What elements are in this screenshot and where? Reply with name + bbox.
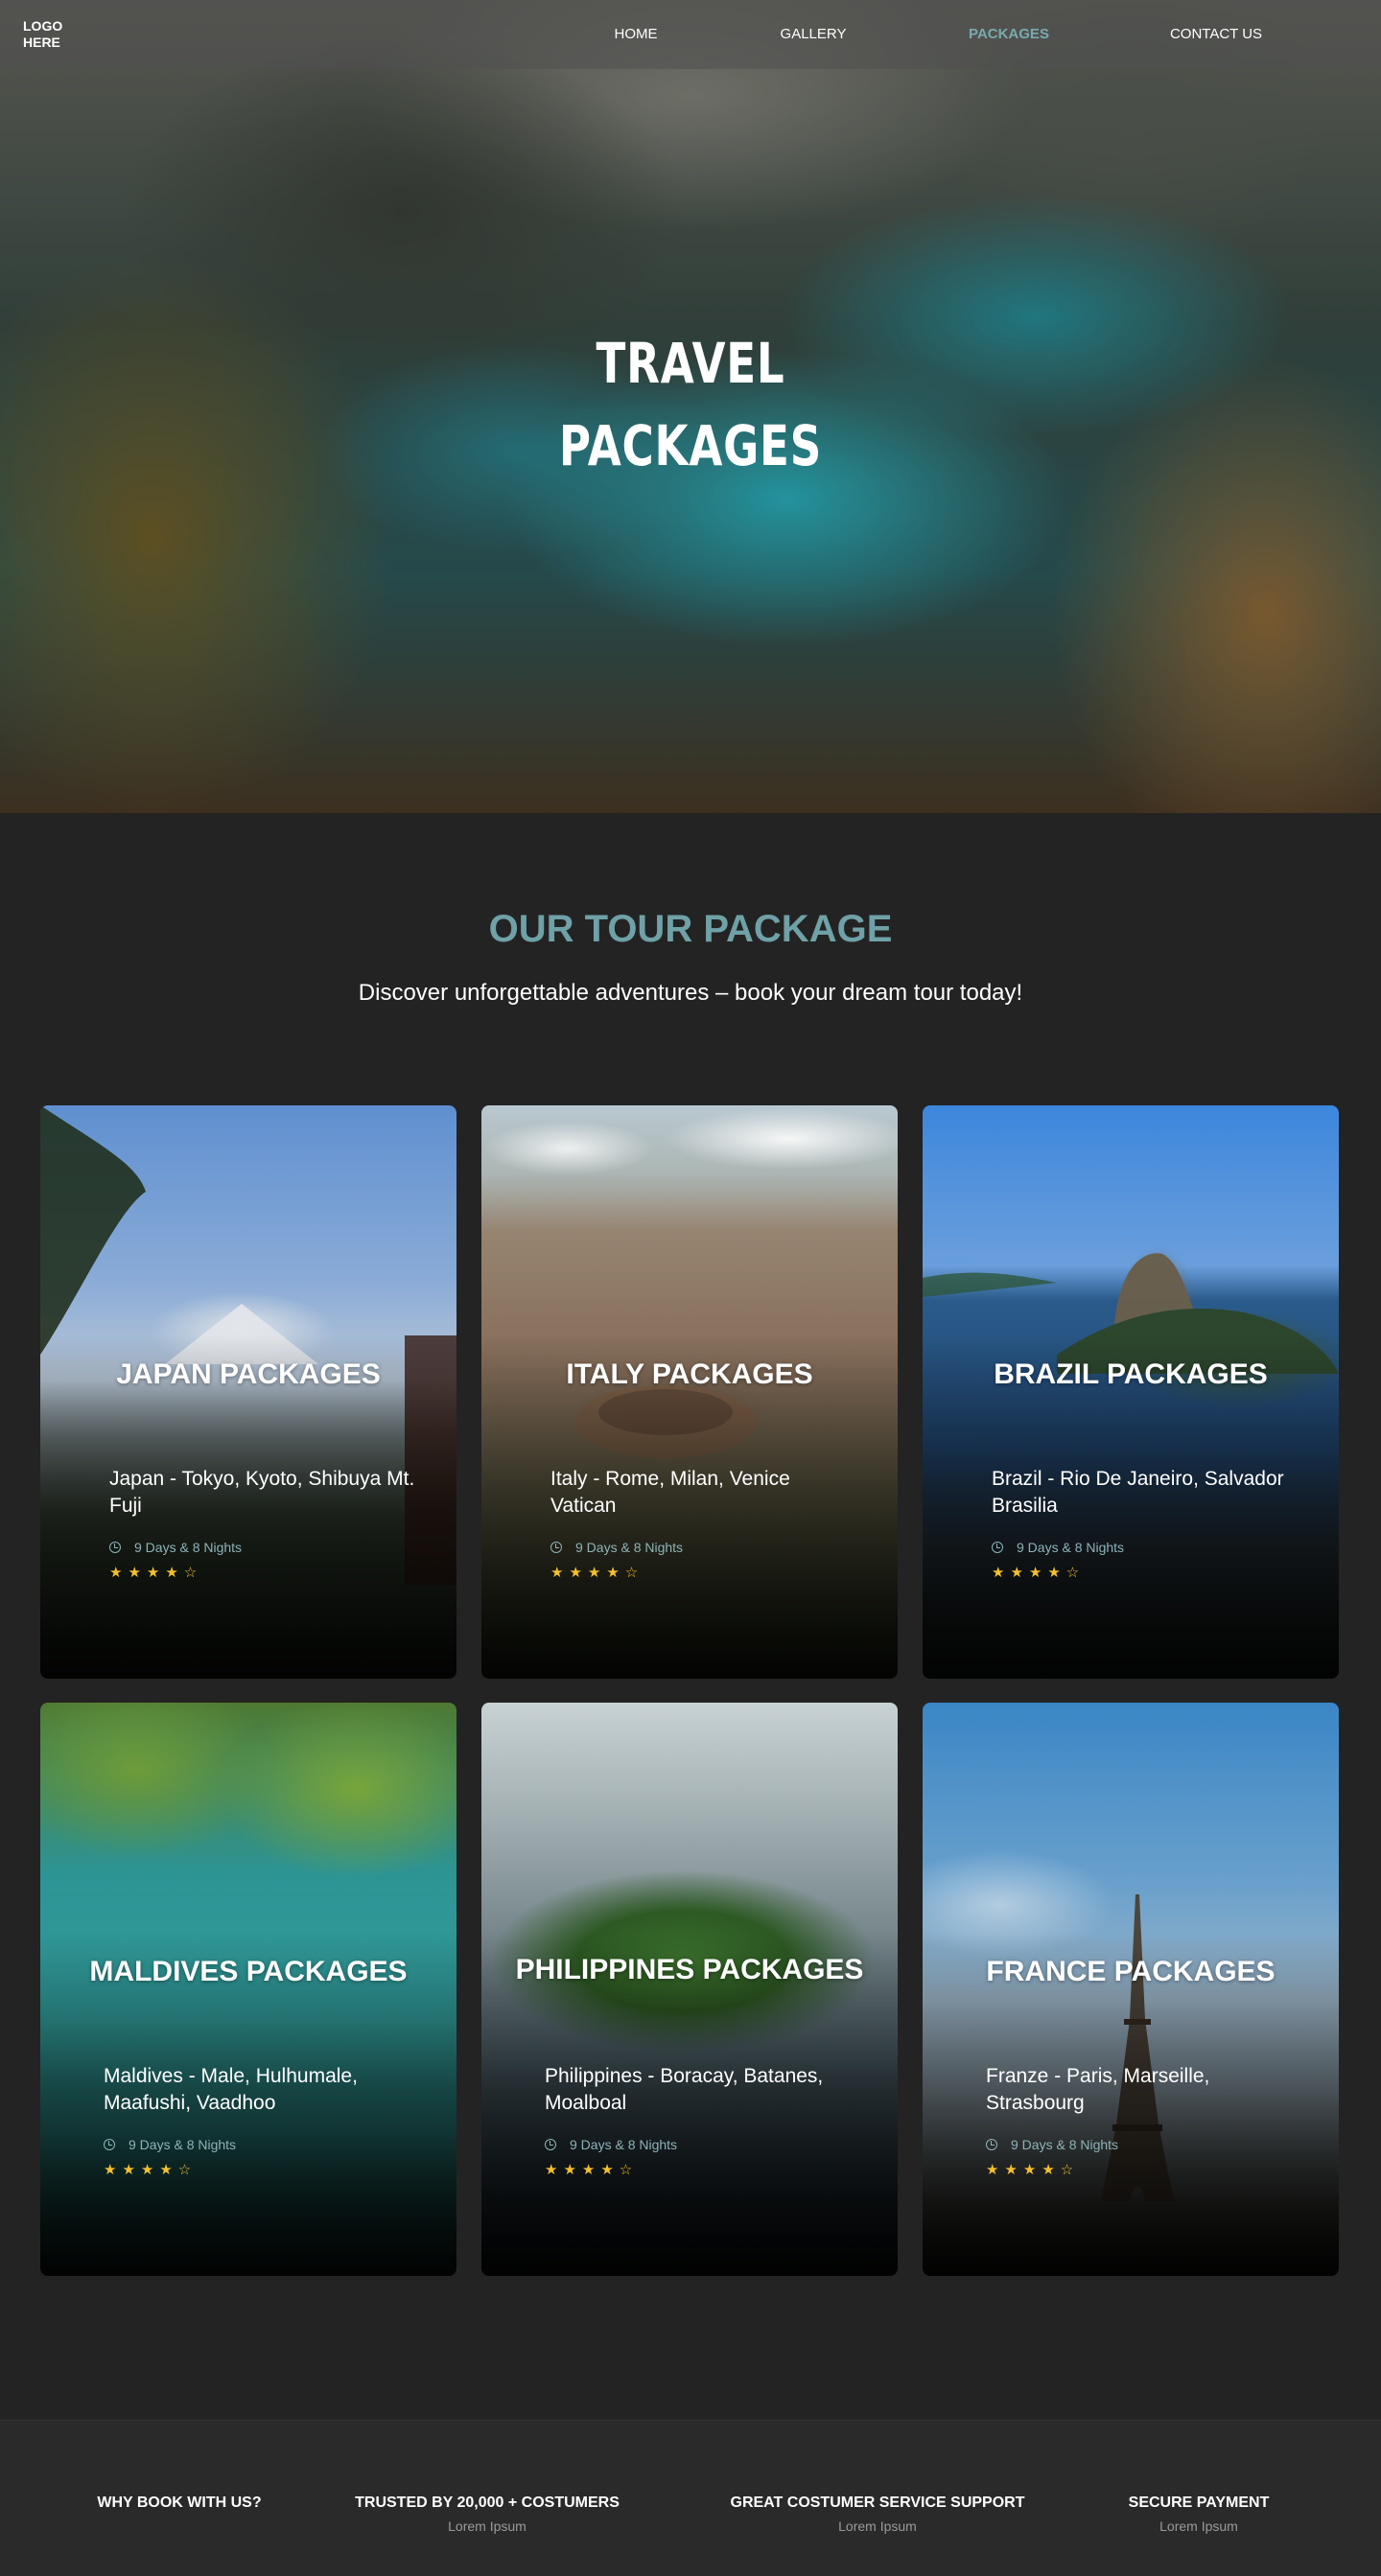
card-cities: Maldives - Male, Hulhumale, Maafushi, Va…	[104, 2065, 358, 2114]
card-title: BRAZIL PACKAGES	[994, 1358, 1268, 1390]
card-duration: 9 Days & 8 Nights	[109, 1540, 242, 1555]
clock-icon	[986, 2139, 997, 2150]
package-card-italy[interactable]: ITALY PACKAGES Italy - Rome, Milan, Veni…	[481, 1105, 898, 1679]
package-card-maldives[interactable]: MALDIVES PACKAGES Maldives - Male, Hulhu…	[40, 1703, 456, 2276]
section-subtitle: Discover unforgettable adventures – book…	[358, 980, 1023, 1006]
hero-title-line1: TRAVEL	[596, 331, 785, 396]
clock-icon	[550, 1542, 562, 1553]
card-duration: 9 Days & 8 Nights	[986, 2137, 1118, 2152]
footer-subtitle: Lorem Ipsum	[1159, 2518, 1238, 2534]
clock-icon	[545, 2139, 556, 2150]
logo[interactable]: LOGO HERE	[23, 18, 81, 51]
footer-title: GREAT COSTUMER SERVICE SUPPORT	[730, 2495, 1025, 2511]
section-title: OUR TOUR PACKAGE	[488, 908, 893, 950]
star-rating: ★★★★☆	[104, 2161, 198, 2178]
footer-trusted: TRUSTED BY 20,000 + COSTUMERS Lorem Ipsu…	[355, 2495, 620, 2534]
clock-icon	[109, 1542, 121, 1553]
star-rating: ★★★★☆	[545, 2161, 639, 2178]
card-duration: 9 Days & 8 Nights	[104, 2137, 236, 2152]
package-card-philippines[interactable]: PHILIPPINES PACKAGES Philippines - Borac…	[481, 1703, 898, 2276]
package-card-brazil[interactable]: BRAZIL PACKAGES Brazil - Rio De Janeiro,…	[923, 1105, 1339, 1679]
footer-secure-payment: SECURE PAYMENT Lorem Ipsum	[1129, 2495, 1270, 2534]
card-duration-text: 9 Days & 8 Nights	[575, 1540, 684, 1555]
card-cities: Philippines - Boracay, Batanes, Moalboal	[545, 2065, 824, 2114]
card-overlay	[481, 1703, 898, 2276]
card-title: FRANCE PACKAGES	[986, 1956, 1276, 1987]
top-navbar: LOGO HERE HOME GALLERY PACKAGES CONTACT …	[0, 0, 1381, 69]
card-title: JAPAN PACKAGES	[116, 1358, 381, 1390]
footer-why-book: WHY BOOK WITH US?	[97, 2495, 261, 2512]
card-duration-text: 9 Days & 8 Nights	[1017, 1540, 1125, 1555]
footer-title: SECURE PAYMENT	[1128, 2495, 1270, 2511]
nav-link-packages[interactable]: PACKAGES	[969, 26, 1049, 42]
card-cities: Franze - Paris, Marseille, Strasbourg	[986, 2065, 1210, 2114]
card-duration-text: 9 Days & 8 Nights	[134, 1540, 243, 1555]
footer-support: GREAT COSTUMER SERVICE SUPPORT Lorem Ips…	[731, 2495, 1025, 2534]
card-title: PHILIPPINES PACKAGES	[515, 1954, 864, 1985]
card-duration-text: 9 Days & 8 Nights	[1011, 2137, 1119, 2152]
footer-title: WHY BOOK WITH US?	[97, 2495, 262, 2511]
clock-icon	[104, 2139, 115, 2150]
card-duration-text: 9 Days & 8 Nights	[570, 2137, 678, 2152]
card-title: MALDIVES PACKAGES	[89, 1956, 408, 1987]
nav-link-gallery[interactable]: GALLERY	[781, 26, 847, 42]
nav-link-contact[interactable]: CONTACT US	[1170, 26, 1262, 42]
card-title: ITALY PACKAGES	[566, 1358, 813, 1390]
hero-title: TRAVEL PACKAGES	[152, 322, 1229, 487]
footer-subtitle: Lorem Ipsum	[448, 2518, 527, 2534]
package-card-france[interactable]: FRANCE PACKAGES Franze - Paris, Marseill…	[923, 1703, 1339, 2276]
star-rating: ★★★★☆	[550, 1564, 644, 1581]
star-rating: ★★★★☆	[986, 2161, 1080, 2178]
star-rating: ★★★★☆	[992, 1564, 1086, 1581]
footer-title: TRUSTED BY 20,000 + COSTUMERS	[355, 2495, 620, 2511]
hero-title-line2: PACKAGES	[558, 413, 823, 478]
star-rating: ★★★★☆	[109, 1564, 203, 1581]
card-duration-text: 9 Days & 8 Nights	[129, 2137, 237, 2152]
card-cities: Italy - Rome, Milan, Venice Vatican	[550, 1468, 790, 1517]
clock-icon	[992, 1542, 1003, 1553]
card-duration: 9 Days & 8 Nights	[992, 1540, 1124, 1555]
nav-link-home[interactable]: HOME	[615, 26, 658, 42]
card-duration: 9 Days & 8 Nights	[545, 2137, 677, 2152]
card-cities: Brazil - Rio De Janeiro, Salvador Brasil…	[992, 1468, 1284, 1517]
footer: WHY BOOK WITH US? TRUSTED BY 20,000 + CO…	[0, 2420, 1381, 2576]
card-cities: Japan - Tokyo, Kyoto, Shibuya Mt. Fuji	[109, 1468, 415, 1517]
card-duration: 9 Days & 8 Nights	[550, 1540, 683, 1555]
package-card-japan[interactable]: JAPAN PACKAGES Japan - Tokyo, Kyoto, Shi…	[40, 1105, 456, 1679]
footer-subtitle: Lorem Ipsum	[838, 2518, 917, 2534]
